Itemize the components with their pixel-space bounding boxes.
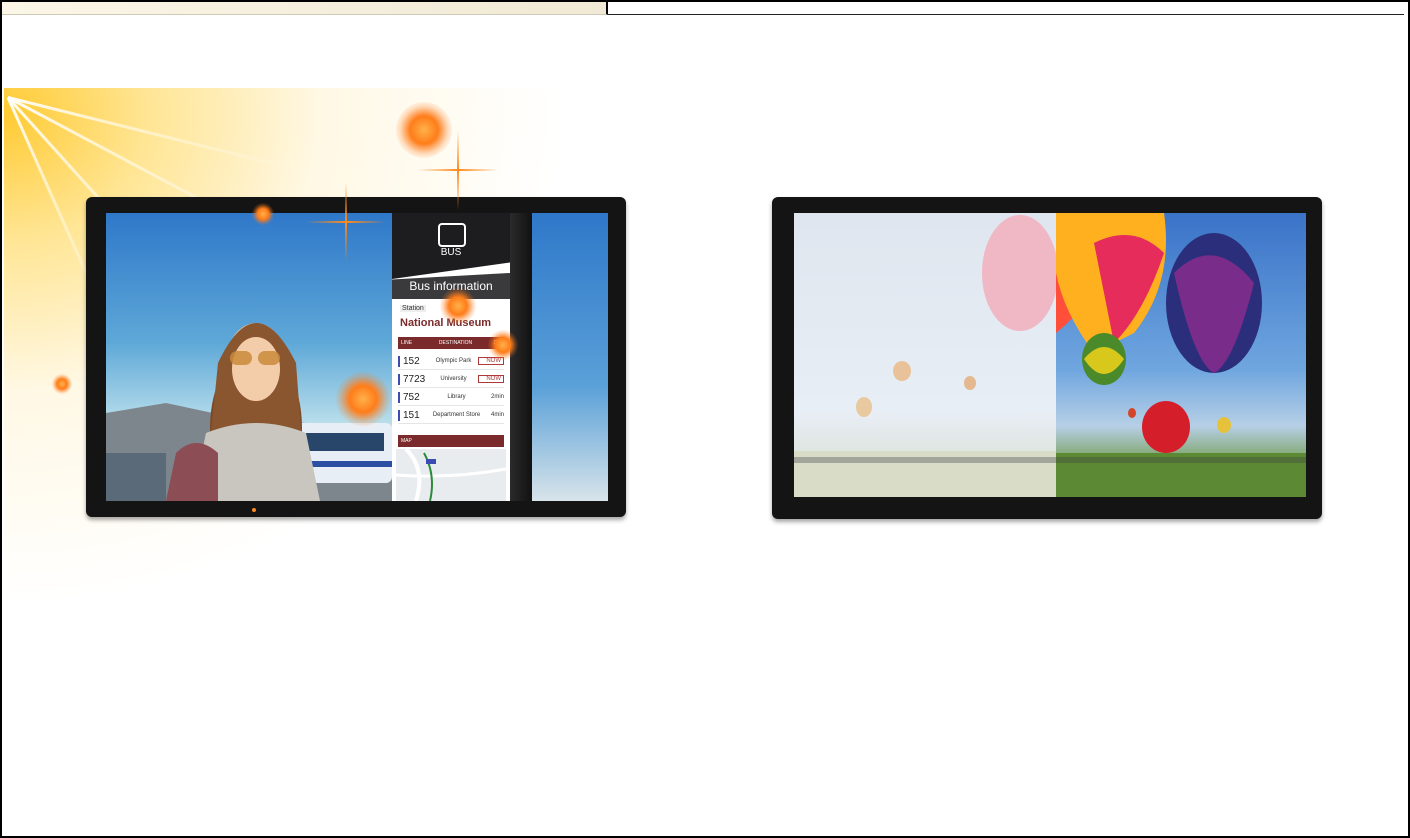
map-header: MAP <box>398 435 504 447</box>
bus-line-number: 151 <box>398 409 429 421</box>
lens-flare <box>52 374 72 394</box>
bus-line-number: 752 <box>398 391 429 403</box>
bus-due: NOW <box>478 375 504 383</box>
balloons-image <box>794 213 1306 497</box>
kiosk-pillar <box>510 213 532 501</box>
lens-flare <box>440 288 476 324</box>
route-map-image <box>395 447 507 501</box>
bus-line-number: 152 <box>398 355 429 367</box>
product-scene: BUS Bus information Station National Mus… <box>0 0 1410 838</box>
bus-info-panel: BUS Bus information Station National Mus… <box>392 213 510 501</box>
lens-flare <box>336 372 390 426</box>
bus-destination: Department Store <box>432 412 481 418</box>
route-map <box>395 447 507 501</box>
bus-destination: Library <box>447 394 466 400</box>
bus-line-number: 7723 <box>398 373 429 385</box>
station-label: Station <box>400 305 426 312</box>
lens-flare <box>252 203 274 225</box>
bus-destination: Olympic Park <box>435 358 472 364</box>
lens-flare <box>488 330 518 360</box>
bus-due: 2min <box>490 394 504 400</box>
bus-row: 151 Department Store 4min <box>398 407 504 424</box>
bus-row: 7723 University NOW <box>398 371 504 388</box>
lens-flare <box>396 102 452 158</box>
right-building <box>532 213 608 501</box>
bus-row: 152 Olympic Park NOW <box>398 353 504 370</box>
col-line: LINE <box>401 340 413 346</box>
street-scene-image <box>106 323 392 501</box>
right-monitor-screen <box>794 213 1306 497</box>
bus-icon <box>438 223 466 247</box>
power-led <box>252 508 256 512</box>
left-monitor-screen: BUS Bus information Station National Mus… <box>106 213 608 501</box>
bus-due: 4min <box>490 412 504 418</box>
bus-icon-label: BUS <box>440 247 462 258</box>
map-label: MAP <box>401 438 412 444</box>
left-monitor: BUS Bus information Station National Mus… <box>86 197 626 517</box>
bus-row: 752 Library 2min <box>398 389 504 406</box>
right-monitor <box>772 197 1322 519</box>
col-destination: DESTINATION <box>438 340 473 346</box>
bus-panel-header: BUS <box>392 213 510 279</box>
bus-destination: University <box>440 376 467 382</box>
